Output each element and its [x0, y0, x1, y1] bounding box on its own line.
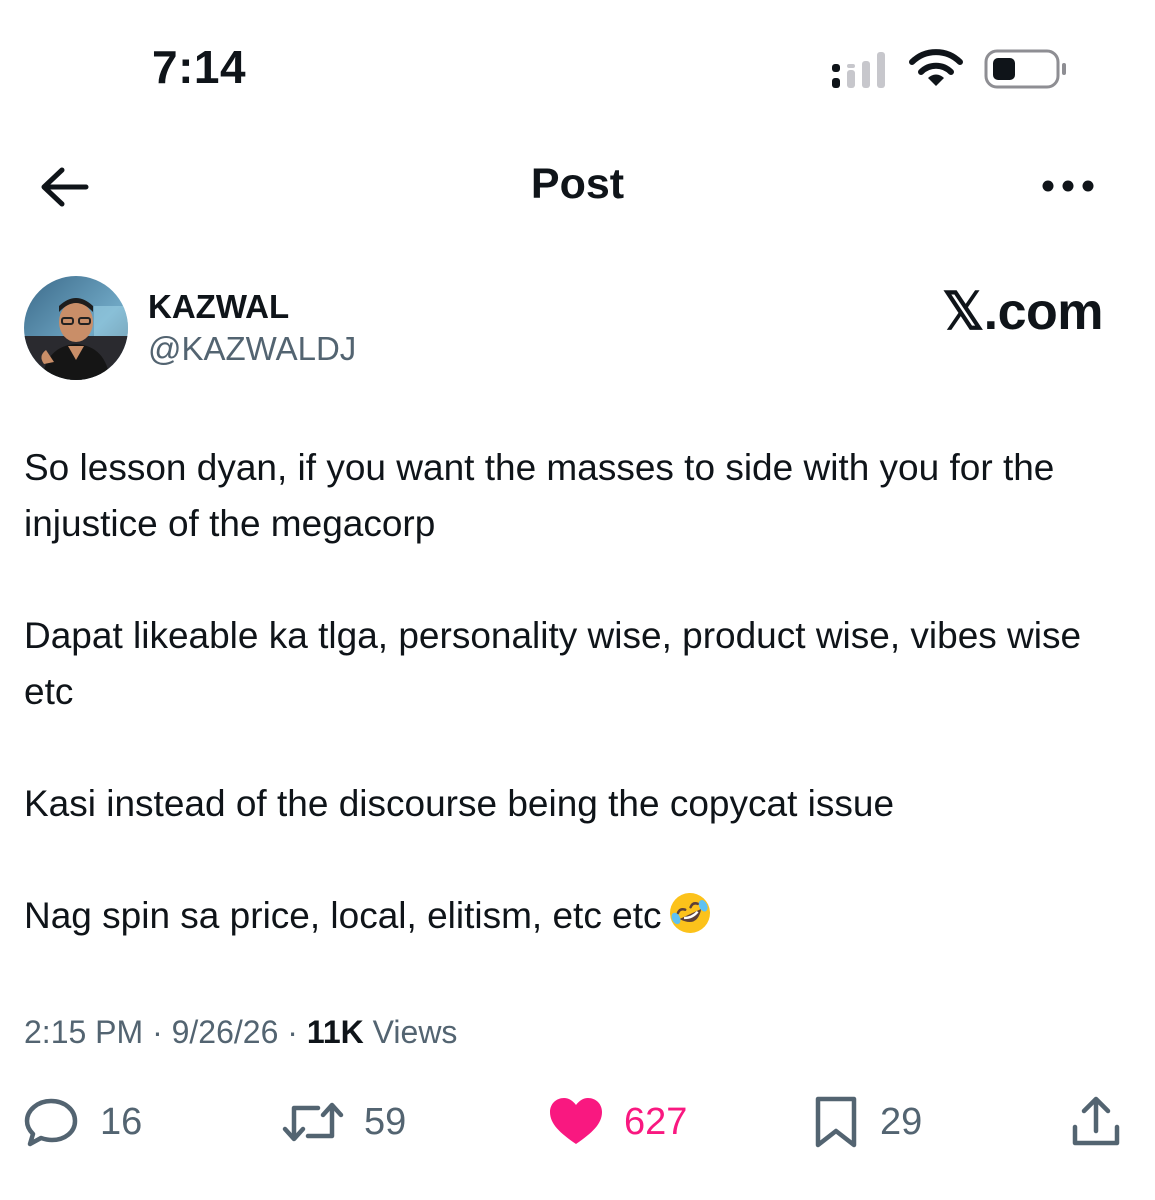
post-paragraph: So lesson dyan, if you want the masses t…	[24, 447, 1055, 544]
views-count[interactable]: 11K	[307, 1014, 364, 1050]
share-icon	[1072, 1096, 1120, 1146]
author-display-name[interactable]: KAZWAL	[148, 288, 289, 326]
rofl-emoji-icon	[670, 893, 711, 933]
action-bar: 16 59 627 29	[0, 1092, 1155, 1152]
bookmark-icon	[815, 1096, 857, 1148]
reply-count: 16	[100, 1100, 143, 1143]
bookmark-count: 29	[880, 1100, 923, 1143]
post-paragraph-text: Nag spin sa price, local, elitism, etc e…	[24, 895, 662, 936]
meta-separator: ·	[287, 1014, 298, 1050]
repost-icon	[282, 1102, 344, 1142]
post-paragraph: Kasi instead of the discourse being the …	[24, 783, 895, 824]
views-label: Views	[372, 1014, 458, 1050]
bookmark-button[interactable]: 29	[812, 1092, 922, 1152]
status-time: 7:14	[152, 41, 247, 93]
post-text: So lesson dyan, if you want the masses t…	[24, 440, 1114, 1000]
more-options-icon[interactable]	[1040, 176, 1096, 196]
avatar[interactable]	[24, 276, 128, 380]
reply-button[interactable]: 16	[24, 1092, 142, 1152]
post-meta: 2:15 PM · 9/26/26 · 11K Views	[24, 1014, 457, 1051]
page-title: Post	[530, 160, 625, 208]
meta-separator: ·	[152, 1014, 163, 1050]
avatar-photo	[24, 276, 128, 380]
like-count: 627	[624, 1100, 688, 1143]
post-date: 9/26/26	[171, 1014, 279, 1050]
repost-button[interactable]: 59	[282, 1092, 406, 1152]
post-paragraph-last: Nag spin sa price, local, elitism, etc e…	[24, 888, 1114, 944]
reply-icon	[24, 1098, 78, 1147]
post-time: 2:15 PM	[24, 1014, 144, 1050]
like-button[interactable]: 627	[548, 1092, 687, 1152]
share-button[interactable]	[1070, 1092, 1122, 1152]
x-com-watermark: 𝕏.com	[942, 283, 1103, 341]
repost-count: 59	[364, 1100, 407, 1143]
wifi-icon	[909, 49, 963, 86]
author-handle[interactable]: @KAZWALDJ	[148, 330, 356, 368]
post-paragraph: Dapat likeable ka tlga, personality wise…	[24, 615, 1082, 712]
heart-icon	[550, 1098, 602, 1144]
cellular-signal-icon	[832, 52, 885, 88]
battery-icon	[984, 49, 1066, 89]
